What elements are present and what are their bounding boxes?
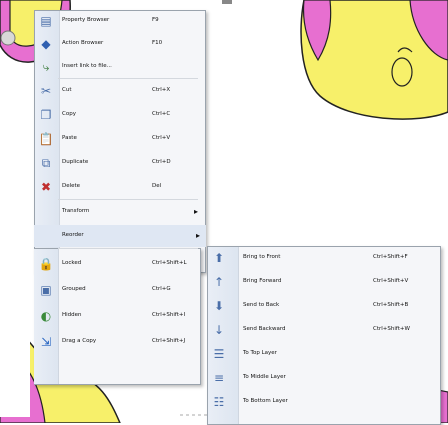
menu-item-label: Bring to Front — [243, 254, 281, 260]
menu-item-shortcut: Ctrl+Shift+V — [373, 278, 409, 284]
menu-item-label: Delete — [62, 183, 81, 189]
send-backward-icon: ↓ — [213, 323, 225, 337]
menu-item-drag-a-copy[interactable]: ⇲ Drag a Copy Ctrl+Shift+J — [34, 331, 204, 353]
top-layer-icon: ☰ — [213, 347, 225, 361]
delete-icon: ✖ — [40, 180, 52, 194]
menu-item-label: Paste — [62, 135, 77, 141]
menu-item-transform[interactable]: Transform ▸ — [34, 201, 204, 223]
bring-to-front-icon: ⬆ — [213, 251, 225, 265]
lock-icon: 🔒 — [38, 257, 54, 271]
menu-item-hidden[interactable]: ◐ Hidden Ctrl+Shift+I — [34, 305, 204, 327]
menu-item-property-browser[interactable]: ▤ Property Browser F9 — [34, 10, 204, 32]
menu-item-shortcut: Ctrl+Shift+W — [373, 326, 410, 332]
menu-item-action-browser[interactable]: ◆ Action Browser F10 — [34, 33, 204, 55]
menu-item-bring-forward[interactable]: ↑ Bring Forward Ctrl+Shift+V — [207, 271, 439, 293]
middle-layer-icon: ≡ — [213, 371, 225, 385]
paste-icon: 📋 — [38, 132, 54, 146]
menu-item-label: To Top Layer — [243, 350, 277, 356]
menu-item-label: Drag a Copy — [62, 338, 97, 344]
menu-item-shortcut: Ctrl+Shift+J — [152, 338, 186, 344]
menu-item-shortcut: Ctrl+G — [152, 286, 171, 292]
menu-item-shortcut: Ctrl+V — [152, 135, 171, 141]
drag-copy-icon: ⇲ — [40, 335, 52, 349]
menu-item-label: Transform — [62, 208, 90, 214]
menu-item-to-top-layer[interactable]: ☰ To Top Layer — [207, 343, 439, 365]
menu-item-shortcut: Ctrl+Shift+L — [152, 260, 187, 266]
property-browser-icon: ▤ — [40, 14, 52, 28]
menu-item-insert-link-to-file[interactable]: ⤷ Insert link to file... — [34, 56, 204, 78]
menu-item-shortcut: Ctrl+Shift+F — [373, 254, 408, 260]
hidden-icon: ◐ — [40, 309, 52, 323]
menu-item-label: Reorder — [62, 232, 84, 238]
menu-item-duplicate[interactable]: ⧉ Duplicate Ctrl+D — [34, 152, 204, 174]
menu-item-label: Cut — [62, 87, 72, 93]
menu-item-label: Insert link to file... — [62, 63, 112, 69]
menu-item-shortcut: Ctrl+Shift+I — [152, 312, 186, 318]
submenu-arrow-icon: ▸ — [193, 207, 198, 216]
menu-item-shortcut: F10 — [152, 40, 163, 46]
menu-item-send-backward[interactable]: ↓ Send Backward Ctrl+Shift+W — [207, 319, 439, 341]
menu-item-label: Grouped — [62, 286, 86, 292]
menu-item-shortcut: Ctrl+X — [152, 87, 171, 93]
bring-forward-icon: ↑ — [213, 275, 225, 289]
menu-separator — [58, 248, 198, 249]
menu-item-label: Action Browser — [62, 40, 104, 46]
insert-link-icon: ⤷ — [42, 60, 50, 74]
menu-item-send-to-back[interactable]: ⬇ Send to Back Ctrl+Shift+B — [207, 295, 439, 317]
menu-item-label: Duplicate — [62, 159, 89, 165]
menu-item-shortcut: Ctrl+D — [152, 159, 171, 165]
menu-separator — [58, 199, 198, 200]
submenu-arrow-icon: ▸ — [195, 231, 200, 240]
send-to-back-icon: ⬇ — [213, 299, 225, 313]
group-icon: ▣ — [40, 283, 52, 297]
copy-icon: ❐ — [40, 108, 52, 122]
menu-item-label: Copy — [62, 111, 76, 117]
menu-item-to-middle-layer[interactable]: ≡ To Middle Layer — [207, 367, 439, 389]
menu-item-label: Send to Back — [243, 302, 280, 308]
menu-item-shortcut: Del — [152, 183, 162, 189]
menu-item-grouped[interactable]: ▣ Grouped Ctrl+G — [34, 279, 204, 301]
left-icon-strip — [0, 267, 30, 417]
menu-item-cut[interactable]: ✂ Cut Ctrl+X — [34, 80, 204, 102]
menu-item-label: Locked — [62, 260, 82, 266]
menu-separator — [58, 78, 198, 79]
cut-icon: ✂ — [40, 84, 52, 98]
menu-item-copy[interactable]: ❐ Copy Ctrl+C — [34, 104, 204, 126]
menu-item-locked[interactable]: 🔒 Locked Ctrl+Shift+L — [34, 253, 204, 275]
menu-item-label: Bring Forward — [243, 278, 282, 284]
bottom-layer-icon: ☷ — [213, 395, 225, 409]
menu-item-paste[interactable]: 📋 Paste Ctrl+V — [34, 128, 204, 150]
menu-item-reorder[interactable]: Reorder ▸ — [34, 225, 206, 247]
menu-item-delete[interactable]: ✖ Delete Del — [34, 176, 204, 198]
menu-item-to-bottom-layer[interactable]: ☷ To Bottom Layer — [207, 391, 439, 413]
menu-item-bring-to-front[interactable]: ⬆ Bring to Front Ctrl+Shift+F — [207, 247, 439, 269]
menu-item-label: Hidden — [62, 312, 82, 318]
action-browser-icon: ◆ — [41, 37, 51, 51]
menu-item-shortcut: Ctrl+C — [152, 111, 171, 117]
menu-item-label: To Bottom Layer — [243, 398, 288, 404]
menu-item-label: Property Browser — [62, 17, 110, 23]
menu-item-label: To Middle Layer — [243, 374, 286, 380]
duplicate-icon: ⧉ — [41, 156, 51, 170]
menu-item-label: Send Backward — [243, 326, 286, 332]
menu-item-shortcut: Ctrl+Shift+B — [373, 302, 409, 308]
menu-item-shortcut: F9 — [152, 17, 159, 23]
